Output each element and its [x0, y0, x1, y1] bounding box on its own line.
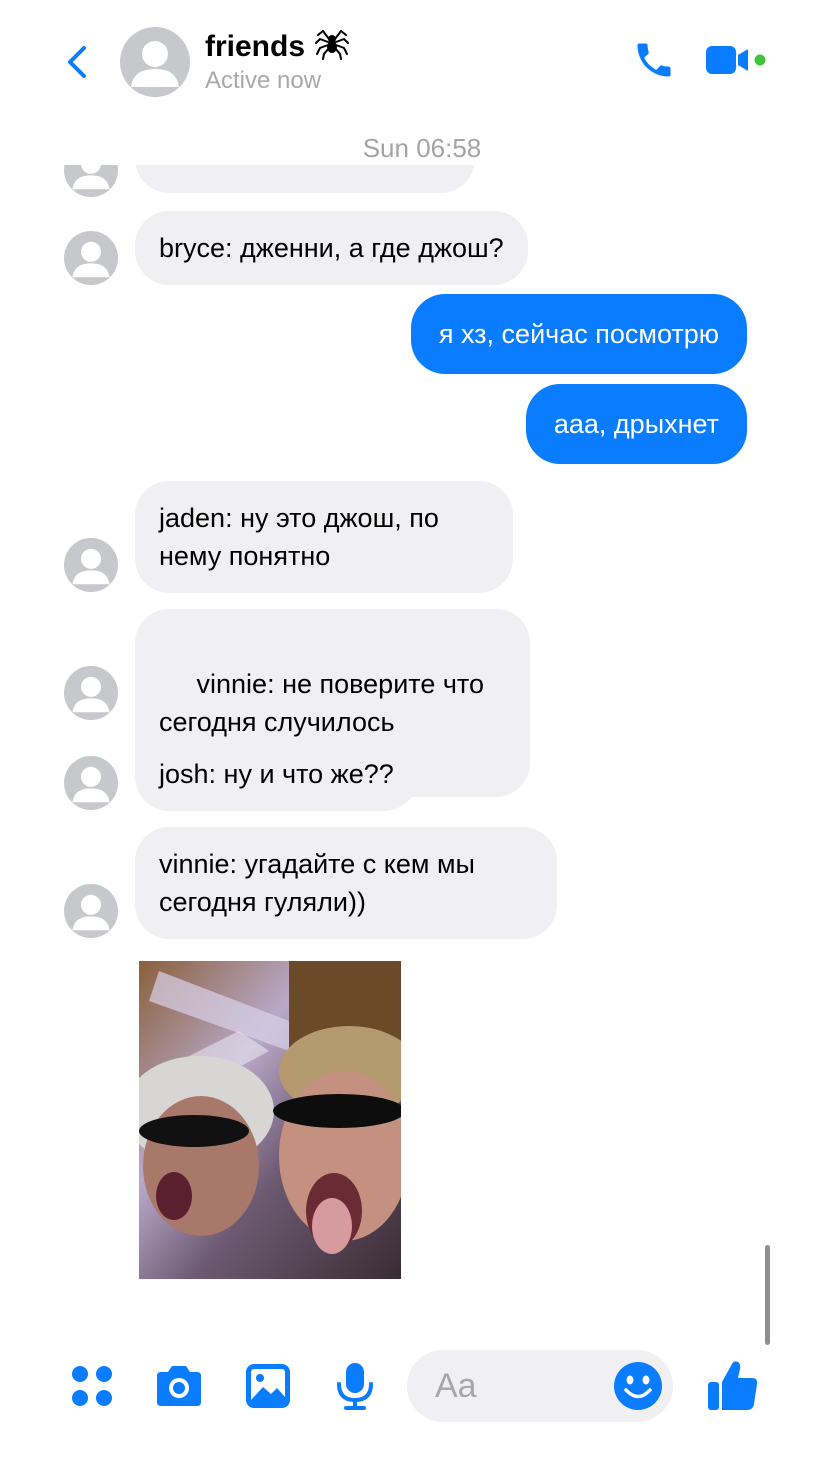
message-bubble[interactable]: josh: ну и что же??	[135, 737, 418, 811]
message-composer[interactable]	[407, 1350, 673, 1422]
emoji-icon	[614, 1362, 662, 1410]
message-text: ааа, дрыхнет	[553, 409, 719, 439]
thumbs-up-icon	[708, 1361, 758, 1410]
selfie-photo	[139, 961, 401, 1279]
video-call-button[interactable]	[702, 40, 768, 80]
message-text: я хз, сейчас посмотрю	[438, 319, 719, 349]
message-text: bryce: дженни, а где джош?	[159, 233, 504, 263]
video-camera-icon	[706, 46, 766, 74]
camera-button[interactable]	[153, 1360, 205, 1412]
message-list[interactable]: bryce: дженни, а где джош? я хз, сейчас …	[0, 165, 828, 1335]
message-text: vinnie: не поверите что сегодня случилос…	[159, 669, 492, 737]
gallery-icon	[246, 1364, 290, 1408]
person-icon	[72, 676, 110, 713]
phone-icon	[637, 43, 671, 77]
group-avatar[interactable]	[120, 27, 190, 97]
message-bubble[interactable]: vinnie: угадайте с кем мы сегодня гуляли…	[135, 827, 557, 939]
sender-avatar[interactable]	[64, 884, 118, 938]
message-text: josh: ну и что же??	[159, 759, 394, 789]
sender-avatar[interactable]	[64, 666, 118, 720]
person-icon	[131, 41, 179, 87]
active-status: Active now	[205, 67, 322, 94]
call-button[interactable]	[632, 38, 676, 82]
sender-avatar[interactable]	[64, 165, 118, 197]
message-bubble-outgoing[interactable]: ааа, дрыхнет	[525, 384, 747, 464]
voice-button[interactable]	[329, 1360, 381, 1412]
message-bubble[interactable]: bryce: дженни, а где джош?	[135, 211, 528, 285]
sender-avatar[interactable]	[64, 538, 118, 592]
sender-avatar[interactable]	[64, 231, 118, 285]
gallery-button[interactable]	[242, 1360, 294, 1412]
online-indicator	[754, 54, 766, 66]
timestamp: Sun 06:58	[362, 133, 482, 163]
like-button[interactable]	[705, 1358, 758, 1410]
sender-avatar[interactable]	[64, 756, 118, 810]
camera-icon	[157, 1366, 201, 1406]
emoji-button[interactable]	[613, 1361, 663, 1411]
person-icon	[72, 548, 110, 585]
chat-title[interactable]: friends	[205, 26, 350, 64]
person-icon	[72, 241, 110, 278]
person-icon	[72, 165, 110, 190]
message-input[interactable]	[435, 1362, 605, 1410]
message-bubble[interactable]: jaden: ну это джош, по нему понятно	[135, 481, 513, 593]
message-text: jaden: ну это джош, по нему понятно	[159, 503, 439, 571]
scrollbar[interactable]	[765, 1245, 770, 1345]
apps-icon	[72, 1366, 112, 1406]
chevron-left-icon	[68, 46, 86, 78]
back-button[interactable]	[60, 40, 96, 84]
apps-button[interactable]	[66, 1360, 118, 1412]
message-bubble-partial[interactable]	[135, 165, 475, 193]
microphone-icon	[337, 1363, 373, 1410]
photo-attachment[interactable]	[139, 961, 401, 1279]
person-icon	[72, 894, 110, 931]
message-bubble-outgoing[interactable]: я хз, сейчас посмотрю	[410, 294, 747, 374]
chat-title-text: friends	[205, 30, 306, 63]
person-icon	[72, 766, 110, 803]
spider-icon	[315, 29, 350, 60]
message-text: vinnie: угадайте с кем мы сегодня гуляли…	[159, 849, 475, 917]
